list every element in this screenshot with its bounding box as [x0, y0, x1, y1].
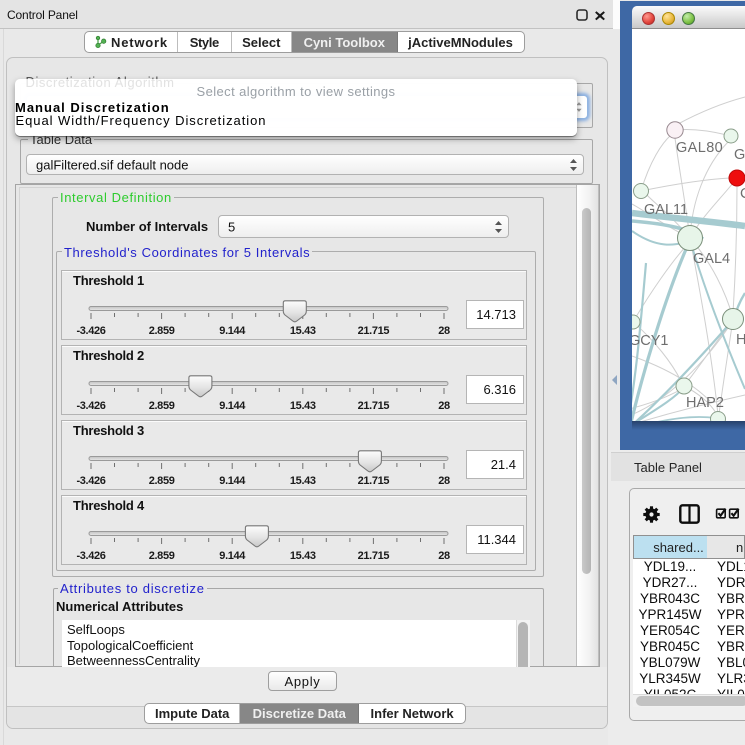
svg-text:GAL11: GAL11: [644, 202, 688, 218]
svg-text:GAL80: GAL80: [676, 140, 723, 156]
svg-text:GAL4: GAL4: [693, 251, 730, 267]
svg-text:H: H: [736, 332, 745, 348]
svg-text:HAP2: HAP2: [686, 395, 724, 411]
svg-text:C: C: [740, 186, 745, 202]
svg-text:GA: GA: [734, 147, 745, 163]
svg-text:GCY1: GCY1: [632, 333, 669, 349]
